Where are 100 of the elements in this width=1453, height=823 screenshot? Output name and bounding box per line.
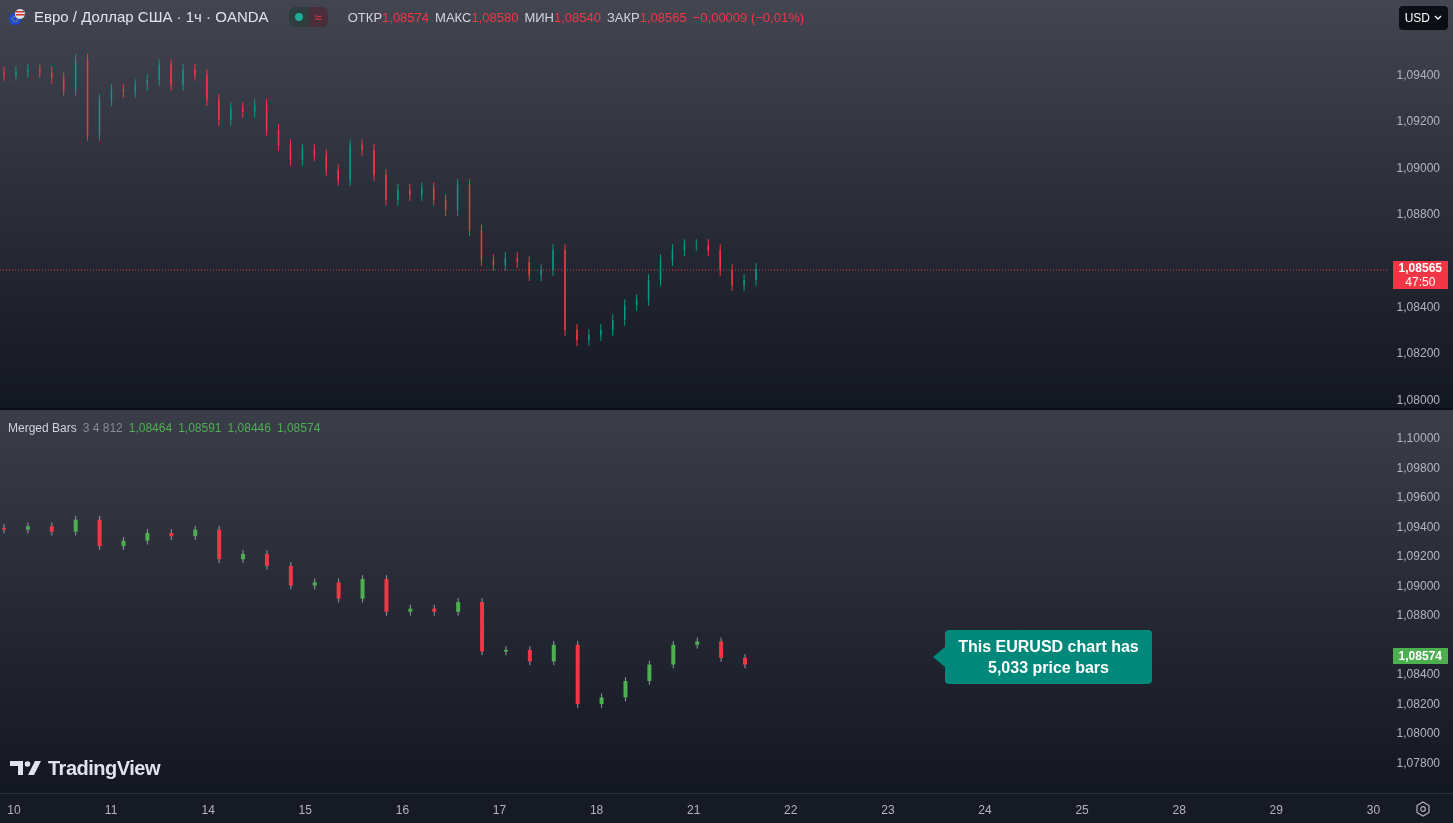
candle bbox=[480, 223, 483, 267]
status-symbol: ≈ bbox=[308, 7, 328, 28]
ohlc-value: 1,08580 bbox=[471, 8, 519, 27]
candle bbox=[623, 676, 628, 702]
candle bbox=[456, 178, 459, 217]
bar-countdown: 47:50 bbox=[1405, 275, 1436, 289]
candle bbox=[193, 525, 198, 541]
time-scale-label: 28 bbox=[1172, 802, 1186, 819]
price-scale-label: 1,09400 bbox=[1396, 68, 1440, 82]
candle bbox=[73, 515, 78, 536]
candle bbox=[719, 637, 724, 663]
indicator-value: 1,08464 bbox=[128, 420, 173, 437]
candle bbox=[122, 83, 125, 99]
indicator-value: 1,08446 bbox=[227, 420, 271, 437]
candle bbox=[25, 521, 30, 534]
price-scale-label: 1,09000 bbox=[1396, 160, 1440, 175]
candle bbox=[2, 523, 6, 534]
price-scale-label: 1,08000 bbox=[1396, 392, 1440, 407]
time-scale-label: 11 bbox=[104, 802, 118, 819]
candle bbox=[503, 645, 508, 656]
candle bbox=[121, 536, 126, 551]
candle bbox=[97, 515, 102, 551]
candle bbox=[313, 143, 316, 162]
time-scale-label: 15 bbox=[298, 802, 312, 819]
candle bbox=[695, 637, 700, 650]
candle bbox=[98, 93, 101, 142]
time-scale-label: 22 bbox=[784, 802, 798, 819]
candle bbox=[253, 98, 256, 119]
price-scale-label: 1,10000 bbox=[1396, 431, 1440, 445]
price-scale-label: 1,08800 bbox=[1396, 608, 1440, 622]
currency-flags-icon bbox=[8, 8, 26, 27]
symbol-title[interactable]: Евро / Доллар США · 1ч · OANDA bbox=[34, 6, 269, 29]
ohlc-label: ЗАКР bbox=[606, 8, 640, 27]
status-dot-icon bbox=[294, 13, 303, 22]
price-scale-label: 1,09200 bbox=[1396, 114, 1440, 129]
indicator-name[interactable]: Merged Bars bbox=[8, 419, 77, 437]
price-scale-label: 1,08200 bbox=[1396, 696, 1440, 711]
candle bbox=[336, 578, 341, 603]
candle bbox=[743, 653, 747, 669]
time-scale-label: 17 bbox=[492, 802, 507, 819]
candle bbox=[647, 660, 652, 686]
candle bbox=[671, 640, 676, 669]
candle bbox=[432, 604, 437, 617]
time-scale-label: 30 bbox=[1366, 802, 1381, 819]
candle bbox=[241, 549, 246, 564]
time-scale-label: 18 bbox=[589, 802, 604, 819]
price-scale-label: 1,08400 bbox=[1396, 667, 1440, 681]
ohlc-value: 1,08540 bbox=[553, 8, 601, 27]
candle bbox=[635, 293, 638, 312]
candle bbox=[134, 78, 137, 99]
candle bbox=[264, 549, 269, 571]
candle bbox=[288, 561, 293, 590]
candle bbox=[360, 574, 365, 603]
candle bbox=[671, 243, 674, 267]
last-price: 1,08565 bbox=[1398, 261, 1442, 275]
candle bbox=[110, 83, 113, 107]
candle bbox=[432, 181, 435, 207]
price-change: −0,00009 (−0,01%) bbox=[692, 8, 805, 27]
candle bbox=[683, 238, 686, 257]
currency-dropdown[interactable]: USD bbox=[1398, 6, 1448, 30]
candle bbox=[169, 528, 174, 541]
candle bbox=[527, 645, 532, 666]
ohlc-label: МАКС bbox=[435, 8, 472, 27]
candle bbox=[325, 148, 328, 177]
time-scale-label: 24 bbox=[978, 802, 992, 819]
candle bbox=[408, 604, 413, 617]
candle bbox=[62, 71, 65, 97]
candle bbox=[289, 138, 292, 167]
candle bbox=[659, 253, 662, 287]
price-scale-label: 1,09600 bbox=[1396, 490, 1440, 504]
candle bbox=[623, 298, 626, 327]
candle bbox=[647, 273, 650, 307]
ohlc-label: МИН bbox=[524, 8, 554, 27]
candle bbox=[312, 578, 317, 590]
candle bbox=[444, 193, 447, 217]
candle bbox=[599, 693, 604, 709]
candle bbox=[456, 597, 461, 617]
candle bbox=[74, 53, 77, 97]
chevron-down-icon bbox=[1434, 15, 1442, 21]
time-scale-label: 21 bbox=[687, 802, 701, 819]
last-value-badge: 1,08574 bbox=[1392, 648, 1448, 664]
price-scale-label: 1,09000 bbox=[1396, 578, 1440, 593]
ohlc-value: 1,08565 bbox=[639, 8, 687, 27]
ohlc-value: 1,08574 bbox=[382, 8, 430, 27]
callout-pointer-icon bbox=[933, 647, 945, 667]
price-scale-label: 1,08400 bbox=[1396, 300, 1440, 314]
candle bbox=[575, 640, 580, 709]
price-scale-label: 1,09400 bbox=[1396, 519, 1440, 534]
indicator-params: 3 4 812 bbox=[82, 420, 123, 437]
candle bbox=[217, 525, 222, 564]
time-scale-label: 29 bbox=[1269, 802, 1283, 819]
time-scale-label: 23 bbox=[881, 802, 895, 819]
time-scale-label: 14 bbox=[201, 802, 215, 819]
ohlc-label: ОТКР bbox=[347, 8, 383, 27]
candle bbox=[145, 528, 150, 546]
indicator-value: 1,08591 bbox=[178, 420, 222, 437]
candle bbox=[504, 251, 507, 272]
candle bbox=[492, 253, 495, 272]
settings-icon[interactable] bbox=[1415, 801, 1431, 817]
candle bbox=[468, 178, 471, 237]
